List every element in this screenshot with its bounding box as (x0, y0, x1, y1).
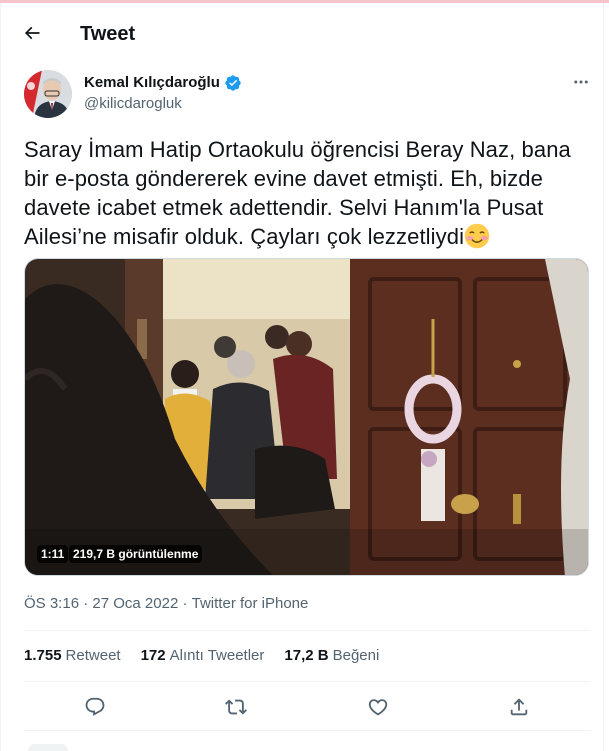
tweet-actions (24, 690, 590, 724)
next-reply-peek (28, 744, 68, 751)
author-handle[interactable]: @kilicdarogluk (84, 95, 182, 113)
video-frame (25, 259, 588, 575)
verified-badge-icon (225, 75, 241, 91)
heart-icon (368, 699, 388, 716)
more-options-button[interactable] (564, 70, 598, 94)
author-name[interactable]: Kemal Kılıçdaroğlu (84, 74, 242, 92)
meta-separator: · (79, 595, 93, 612)
tweet-time[interactable]: ÖS 3:16 (24, 594, 79, 614)
quote-count-label: Alıntı Tweetler (169, 647, 265, 664)
share-icon (510, 698, 528, 716)
arrow-left-icon (24, 26, 40, 40)
share-button[interactable] (502, 690, 536, 724)
tweet-meta: ÖS 3:16 · 27 Oca 2022 · Twitter for iPho… (24, 594, 308, 614)
page-header: Tweet (0, 3, 604, 58)
more-horizontal-icon (574, 80, 588, 84)
tweet-video[interactable]: 1:11 219,7 B görüntülenme (24, 258, 589, 576)
retweet-count[interactable]: 1.755 Retweet (24, 646, 121, 666)
page-title: Tweet (80, 23, 136, 45)
retweet-button[interactable] (219, 690, 253, 724)
retweet-icon (225, 699, 247, 715)
like-button[interactable] (361, 690, 395, 724)
tweet-source[interactable]: Twitter for iPhone (192, 594, 309, 614)
reply-icon (85, 697, 105, 716)
author-name-text: Kemal Kılıçdaroğlu (84, 74, 220, 91)
avatar[interactable] (24, 70, 72, 118)
divider (24, 730, 590, 731)
reply-button[interactable] (78, 690, 112, 724)
retweet-count-value: 1.755 (24, 647, 62, 664)
retweet-count-label: Retweet (65, 647, 121, 664)
divider (24, 681, 590, 682)
video-views-badge: 219,7 B görüntülenme (69, 545, 203, 563)
tweet-text: Saray İmam Hatip Ortaokulu öğrencisi Ber… (24, 135, 594, 251)
tweet-stats: 1.755 Retweet 172 Alıntı Tweetler 17,2 B Be… (24, 646, 399, 666)
divider (24, 630, 590, 631)
back-button[interactable] (14, 15, 50, 51)
like-count-value: 17,2 B (284, 647, 329, 664)
quote-tweet-count[interactable]: 172 Alıntı Tweetler (141, 646, 265, 666)
smiling-face-with-blush-icon (464, 223, 490, 249)
meta-separator: · (178, 595, 192, 612)
video-duration-badge: 1:11 (37, 545, 69, 563)
tweet-date[interactable]: 27 Oca 2022 (92, 594, 178, 614)
like-count[interactable]: 17,2 B Beğeni (284, 646, 379, 666)
like-count-label: Beğeni (332, 647, 380, 664)
quote-count-value: 172 (140, 647, 166, 664)
